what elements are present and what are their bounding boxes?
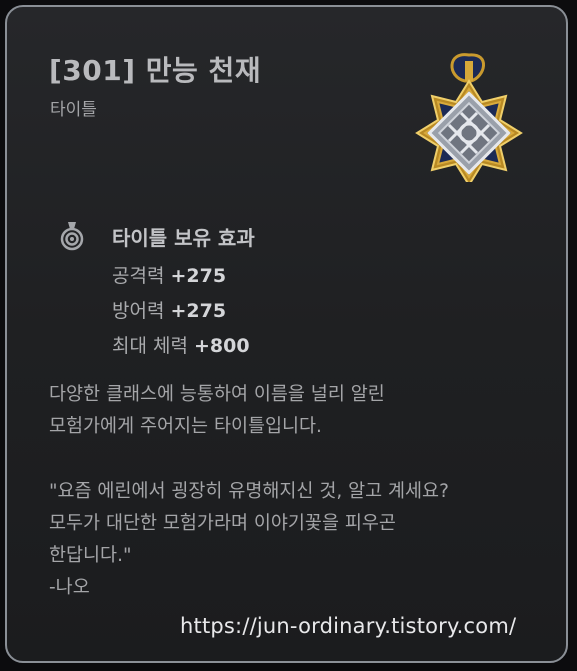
- stat-row-attack: 공격력 +275: [112, 261, 226, 288]
- description-line: 모험가에게 주어지는 타이틀입니다.: [49, 416, 322, 437]
- stat-value: +275: [170, 265, 227, 287]
- effect-header: 타이틀 보유 효과: [112, 226, 255, 250]
- item-category: 타이틀: [50, 100, 97, 120]
- stat-label: 최대 체력: [112, 335, 188, 357]
- stat-label: 공격력: [112, 265, 165, 287]
- quote-line: 한답니다.": [49, 545, 132, 566]
- title-medal-icon: [415, 53, 523, 182]
- watermark-url: https://jun-ordinary.tistory.com/: [180, 614, 517, 638]
- stat-label: 방어력: [112, 300, 165, 322]
- quote-author: -나오: [49, 577, 90, 598]
- item-tooltip: [301] 만능 천재 타이틀 타이틀 보유 효과 공격력 +275 방어력 +…: [5, 5, 568, 663]
- stat-value: +275: [170, 300, 227, 322]
- item-title: [301] 만능 천재: [49, 54, 262, 87]
- quote-line: "요즘 에린에서 굉장히 유명해지신 것, 알고 계세요?: [49, 481, 449, 502]
- stat-row-defense: 방어력 +275: [112, 296, 226, 323]
- quote-line: 모두가 대단한 모험가라며 이야기꽃을 피우곤: [49, 513, 396, 534]
- description-line: 다양한 클래스에 능통하여 이름을 널리 알린: [49, 384, 385, 405]
- stat-value: +800: [193, 335, 250, 357]
- stat-row-max-hp: 최대 체력 +800: [112, 331, 250, 358]
- medal-icon: [60, 222, 84, 251]
